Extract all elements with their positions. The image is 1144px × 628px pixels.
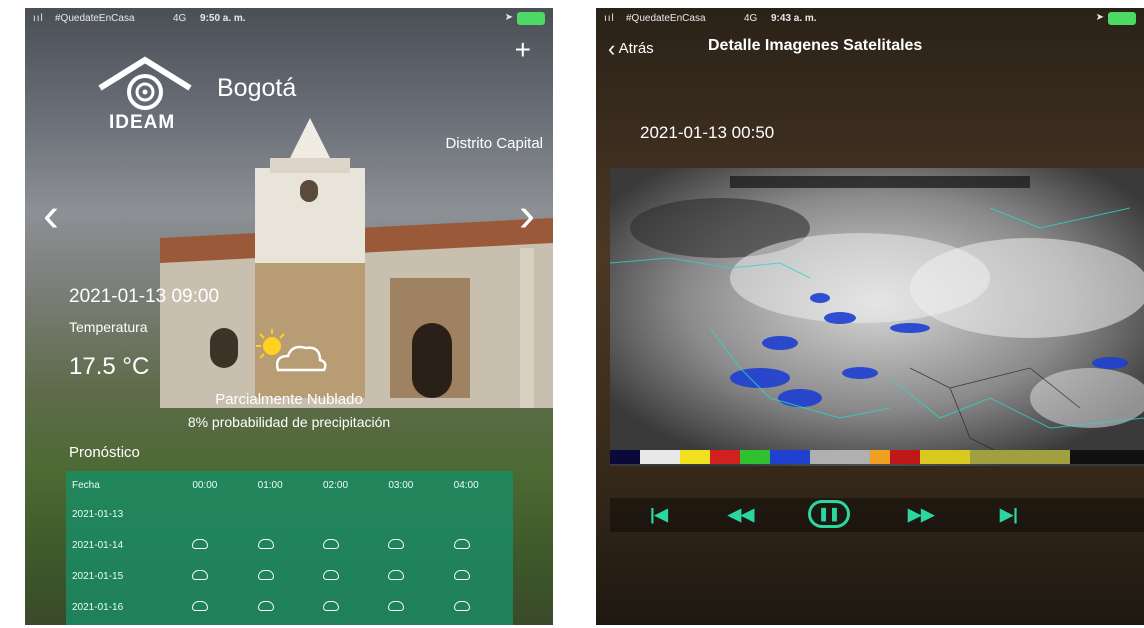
table-row: 2021-01-13 xyxy=(66,499,513,530)
forecast-header-row: Fecha 00:00 01:00 02:00 03:00 04:00 xyxy=(66,471,513,499)
cloud-icon xyxy=(322,539,339,549)
cloud-icon xyxy=(388,601,405,611)
playback-controls: |◀ ◀◀ ❚❚ ▶▶ ▶| xyxy=(610,498,1144,532)
cloud-icon xyxy=(322,601,339,611)
partly-cloudy-icon xyxy=(256,329,327,372)
status-bar: ııl #QuedateEnCasa 4G 9:50 a. m. ➤ xyxy=(25,8,553,28)
network-label: 4G xyxy=(744,13,758,24)
signal-icon: ııl xyxy=(33,13,44,24)
table-row: 2021-01-14 xyxy=(66,530,513,561)
satellite-image xyxy=(610,168,1144,466)
last-icon[interactable]: ▶| xyxy=(1000,505,1018,525)
church-photo xyxy=(160,118,553,408)
column-header: 02:00 xyxy=(322,479,349,491)
carrier-label: #QuedateEnCasa xyxy=(626,13,706,24)
add-city-button[interactable]: + xyxy=(515,34,531,66)
chevron-left-icon: ‹ xyxy=(608,36,616,61)
row-date: 2021-01-13 xyxy=(72,509,124,520)
color-scale-bar xyxy=(610,450,1144,464)
column-header: 04:00 xyxy=(453,479,479,491)
region-name: Distrito Capital xyxy=(445,135,543,152)
cloud-icon xyxy=(322,570,339,580)
cloud-icon xyxy=(388,539,405,549)
status-time: 9:50 a. m. xyxy=(200,13,246,24)
brand-label: IDEAM xyxy=(109,112,176,133)
signal-icon: ııl xyxy=(604,13,615,24)
satellite-detail-screen: ııl #QuedateEnCasa 4G 9:43 a. m. ➤ ‹ Atr… xyxy=(596,8,1144,625)
ideam-logo: IDEAM xyxy=(95,56,215,133)
cloud-icon xyxy=(192,570,209,580)
image-timestamp: 2021-01-13 00:50 xyxy=(640,123,775,142)
forecast-table: Fecha 00:00 01:00 02:00 03:00 04:00 2021… xyxy=(66,471,513,625)
status-bar: ııl #QuedateEnCasa 4G 9:43 a. m. ➤ xyxy=(596,8,1144,28)
row-date: 2021-01-14 xyxy=(72,540,124,551)
back-button[interactable]: ‹ Atrás xyxy=(608,36,654,62)
location-icon: ➤ xyxy=(504,12,513,23)
cloud-icon xyxy=(257,539,274,549)
rewind-icon[interactable]: ◀◀ xyxy=(728,505,754,525)
cloud-icon xyxy=(453,570,470,580)
condition-text: Parcialmente Nublado xyxy=(215,391,363,408)
cloud-icon xyxy=(453,601,470,611)
battery-icon xyxy=(1108,12,1136,25)
column-header: 03:00 xyxy=(388,479,414,491)
cloud-icon xyxy=(388,570,405,580)
next-city-button[interactable]: › xyxy=(519,188,535,243)
cloud-icon xyxy=(192,539,209,549)
cloud-icon xyxy=(257,570,274,580)
table-row: 2021-01-15 xyxy=(66,561,513,592)
back-label: Atrás xyxy=(618,39,654,57)
network-label: 4G xyxy=(173,13,187,24)
temperature-label: Temperatura xyxy=(69,319,148,335)
page-title: Detalle Imagenes Satelitales xyxy=(708,37,923,54)
cloud-icon xyxy=(453,539,470,549)
table-row: 2021-01-16 xyxy=(66,592,513,623)
previous-city-button[interactable]: ‹ xyxy=(43,188,59,243)
forward-icon[interactable]: ▶▶ xyxy=(908,505,934,525)
battery-icon xyxy=(517,12,545,25)
column-header: Fecha xyxy=(72,479,100,491)
row-date: 2021-01-15 xyxy=(72,571,124,582)
location-icon: ➤ xyxy=(1095,12,1104,23)
status-time: 9:43 a. m. xyxy=(771,13,817,24)
weather-screen: ııl #QuedateEnCasa 4G 9:50 a. m. ➤ + IDE… xyxy=(25,8,553,625)
column-header: 00:00 xyxy=(192,479,218,491)
carrier-label: #QuedateEnCasa xyxy=(55,13,135,24)
column-header: 01:00 xyxy=(257,479,283,491)
precipitation-text: 8% probabilidad de precipitación xyxy=(187,414,391,430)
temperature-value: 17.5 °C xyxy=(69,353,150,380)
pause-icon[interactable]: ❚❚ xyxy=(808,500,850,528)
cloud-icon xyxy=(192,601,209,611)
city-name: Bogotá xyxy=(217,74,297,102)
first-icon[interactable]: |◀ xyxy=(650,505,668,525)
forecast-title: Pronóstico xyxy=(69,444,140,461)
cloud-icon xyxy=(257,601,274,611)
row-date: 2021-01-16 xyxy=(72,602,124,613)
forecast-datetime: 2021-01-13 09:00 xyxy=(69,286,220,307)
